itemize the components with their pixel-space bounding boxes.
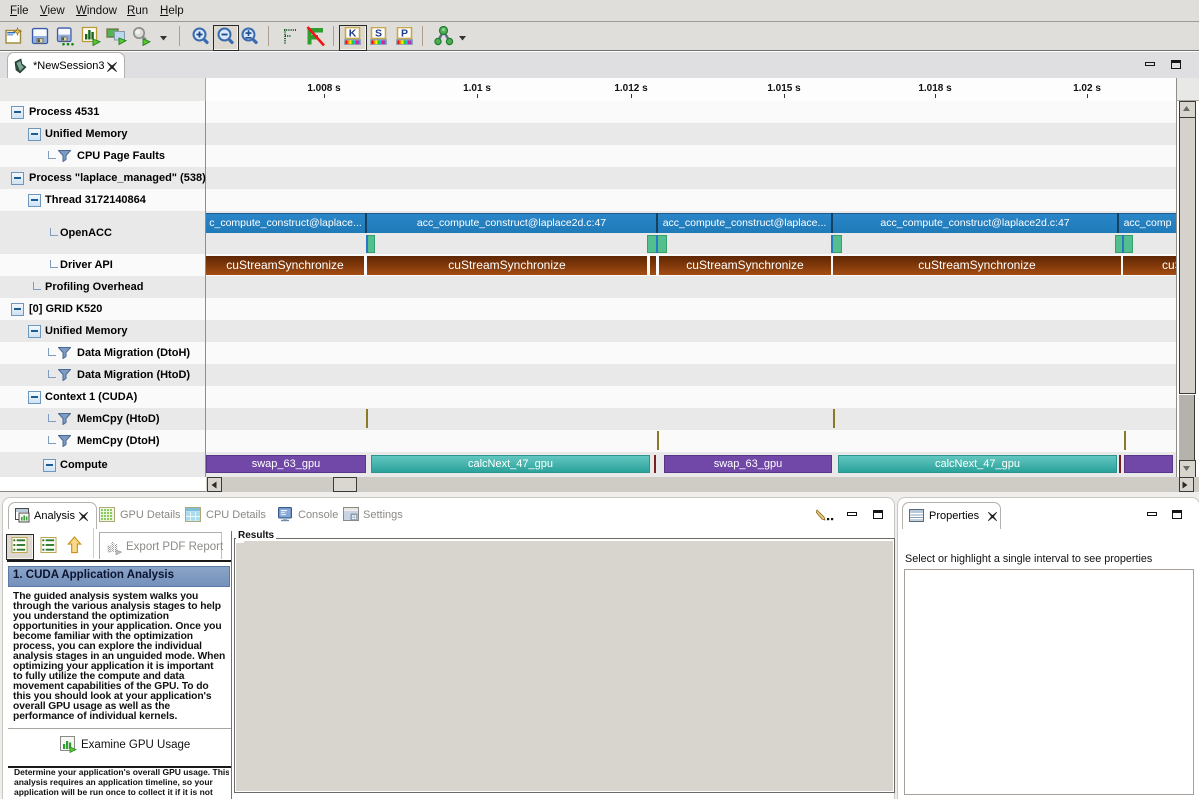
svg-text:P: P [401, 27, 408, 39]
svg-text:K: K [349, 27, 357, 39]
svg-text:S: S [375, 27, 382, 39]
